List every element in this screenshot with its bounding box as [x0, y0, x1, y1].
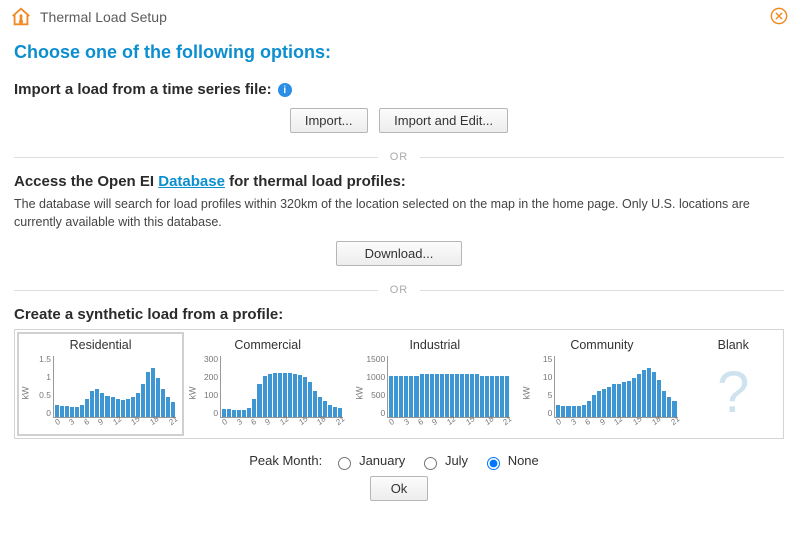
profile-card-commercial[interactable]: Commercial kW 3002001000 036912151821	[184, 332, 351, 436]
ok-button[interactable]: Ok	[370, 476, 429, 501]
question-icon: ?	[690, 354, 778, 432]
profile-card-residential[interactable]: Residential kW 1.510.50 036912151821	[17, 332, 184, 436]
peak-month-label: Peak Month:	[249, 453, 322, 468]
database-link[interactable]: Database	[158, 173, 225, 190]
window-title: Thermal Load Setup	[40, 9, 762, 25]
divider-or-1: OR	[14, 151, 784, 163]
page-title: Choose one of the following options:	[14, 42, 784, 63]
chart-commercial: kW 3002001000 036912151821	[188, 354, 347, 432]
radio-january[interactable]	[338, 457, 351, 470]
chart-residential: kW 1.510.50 036912151821	[21, 354, 180, 432]
radio-none[interactable]	[487, 457, 500, 470]
divider-or-2: OR	[14, 284, 784, 296]
profile-card-blank[interactable]: Blank ?	[686, 332, 782, 436]
download-button[interactable]: Download...	[336, 241, 463, 266]
titlebar: Thermal Load Setup	[0, 0, 798, 32]
thermometer-house-icon	[10, 6, 32, 28]
info-icon[interactable]: i	[278, 83, 292, 97]
profiles-section-title: Create a synthetic load from a profile:	[14, 306, 784, 323]
database-section-title: Access the Open EI Database for thermal …	[14, 173, 784, 190]
close-icon[interactable]	[770, 7, 788, 28]
import-section-title: Import a load from a time series file: i	[14, 81, 784, 98]
chart-industrial: kW 150010005000 036912151821	[355, 354, 514, 432]
import-button[interactable]: Import...	[290, 108, 368, 133]
radio-july[interactable]	[424, 457, 437, 470]
profiles-container: Residential kW 1.510.50 036912151821 Com…	[14, 329, 784, 439]
database-description: The database will search for load profil…	[14, 196, 784, 231]
import-edit-button[interactable]: Import and Edit...	[379, 108, 508, 133]
profile-card-community[interactable]: Community kW 151050 036912151821	[518, 332, 685, 436]
peak-month-row: Peak Month: January July None	[14, 453, 784, 470]
profile-card-industrial[interactable]: Industrial kW 150010005000 036912151821	[351, 332, 518, 436]
chart-community: kW 151050 036912151821	[522, 354, 681, 432]
